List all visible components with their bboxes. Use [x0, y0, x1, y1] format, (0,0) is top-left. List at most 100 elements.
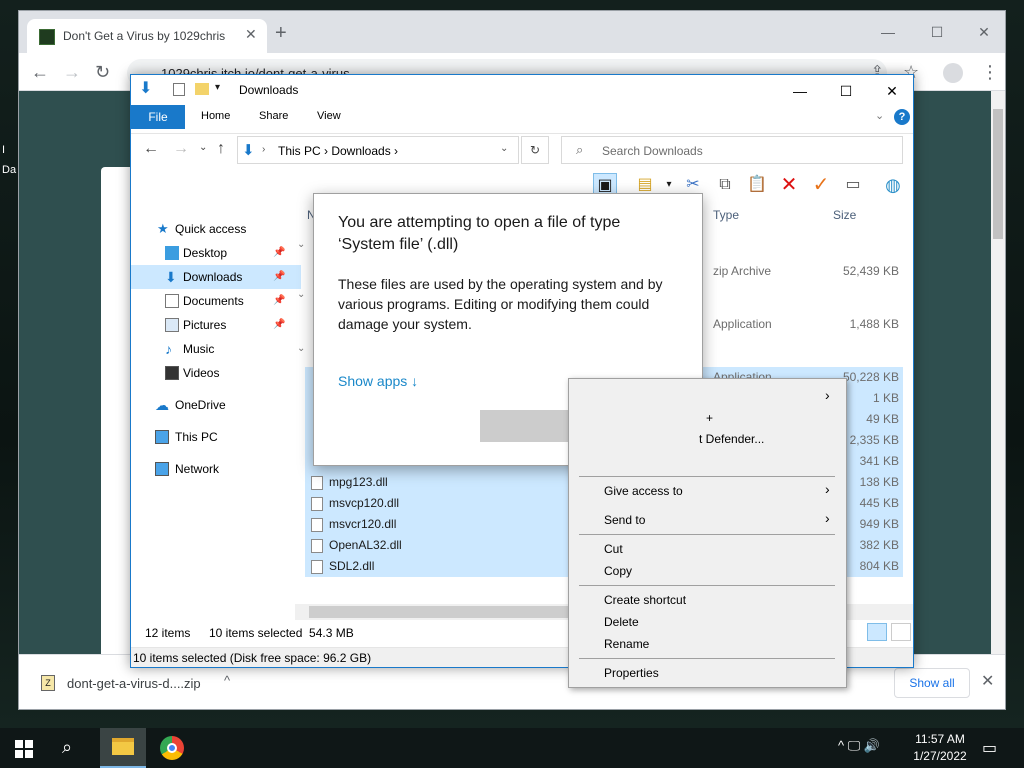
- column-header-type[interactable]: Type: [713, 208, 739, 222]
- system-tray-icons[interactable]: ^ 🖵 🔊: [838, 738, 880, 754]
- address-bar-row: ← → ⌄ ↑ ⬇ › This PC › Downloads › ⌄ ↻ ⌕ …: [131, 133, 913, 167]
- back-arrow-icon[interactable]: ←: [143, 140, 159, 158]
- forward-icon[interactable]: →: [63, 62, 81, 82]
- clock-time: 11:57 AM: [915, 732, 965, 746]
- tab-close-icon[interactable]: ✕: [245, 26, 257, 43]
- file-row[interactable]: msvcr120.dll: [305, 514, 575, 535]
- copy-icon[interactable]: ⧉: [713, 173, 737, 197]
- file-row[interactable]: SDL2.dll: [305, 556, 575, 577]
- explorer-minimize-button[interactable]: —: [777, 79, 823, 103]
- profile-avatar-icon[interactable]: [943, 63, 963, 83]
- chevron-up-icon[interactable]: ^: [224, 673, 230, 688]
- file-row[interactable]: OpenAL32.dll: [305, 535, 575, 556]
- navigation-pane: ★ Quick access Desktop 📌 ⬇ Downloads 📌 D…: [131, 215, 301, 615]
- nav-item-onedrive[interactable]: ☁ OneDrive: [131, 393, 301, 417]
- shelf-close-icon[interactable]: ✕: [981, 671, 994, 691]
- breadcrumb[interactable]: This PC › Downloads ›: [278, 144, 398, 158]
- details-view-icon[interactable]: [867, 623, 887, 641]
- group-collapse-icon[interactable]: ⌄: [297, 343, 305, 354]
- back-icon[interactable]: ←: [31, 62, 49, 82]
- nav-item-this-pc[interactable]: This PC: [131, 425, 301, 449]
- file-row[interactable]: mpg123.dll: [305, 472, 575, 493]
- folder-icon[interactable]: [195, 83, 209, 95]
- paste-icon[interactable]: 📋: [745, 173, 769, 197]
- help-icon[interactable]: ?: [894, 109, 910, 125]
- menu-item-send-to[interactable]: Send to: [604, 513, 645, 527]
- group-collapse-icon[interactable]: ⌄: [297, 239, 305, 250]
- properties-card-icon[interactable]: ▭: [841, 173, 865, 197]
- desktop-icon-label[interactable]: I Da: [2, 140, 16, 180]
- delete-icon[interactable]: ✕: [777, 173, 801, 197]
- menu-item-partial[interactable]: +: [706, 411, 713, 425]
- menu-item-scan-defender[interactable]: t Defender...: [699, 432, 764, 446]
- show-all-button[interactable]: Show all: [894, 668, 970, 698]
- explorer-titlebar: ⬇ ▾ Downloads — ☐ ✕: [131, 75, 913, 105]
- menu-icon[interactable]: ⋮: [981, 62, 999, 82]
- up-arrow-icon[interactable]: ↑: [217, 140, 225, 158]
- nav-item-music[interactable]: ♪ Music: [131, 337, 301, 361]
- ribbon-tab-home[interactable]: Home: [201, 110, 230, 122]
- browser-tab[interactable]: Don't Get a Virus by 1029chris ✕: [27, 19, 267, 53]
- submenu-arrow-icon: ›: [825, 510, 830, 526]
- dll-file-icon: [311, 497, 323, 511]
- download-icon: ⬇: [165, 269, 177, 285]
- maximize-button[interactable]: ☐: [914, 19, 960, 45]
- chrome-icon[interactable]: [160, 736, 184, 760]
- menu-item-cut[interactable]: Cut: [604, 542, 623, 556]
- refresh-icon[interactable]: ↻: [521, 136, 549, 164]
- nav-item-videos[interactable]: Videos: [131, 361, 301, 385]
- notification-icon[interactable]: ▭: [982, 738, 997, 758]
- page-scrollbar[interactable]: [991, 91, 1005, 666]
- new-tab-button[interactable]: +: [275, 23, 287, 43]
- nav-item-documents[interactable]: Documents 📌: [131, 289, 301, 313]
- forward-arrow-icon[interactable]: →: [173, 140, 189, 158]
- menu-item-rename[interactable]: Rename: [604, 637, 649, 651]
- ribbon-tab-share[interactable]: Share: [259, 110, 288, 122]
- nav-label: Desktop: [183, 246, 228, 260]
- file-row[interactable]: Application 1,488 KB: [705, 314, 913, 335]
- group-collapse-icon[interactable]: ⌄: [297, 289, 305, 300]
- desktop-fragment-1: I: [2, 144, 6, 156]
- taskbar-file-explorer[interactable]: [100, 728, 146, 768]
- recent-locations-icon[interactable]: ⌄: [199, 142, 207, 153]
- reload-icon[interactable]: ↻: [95, 62, 110, 82]
- globe-icon[interactable]: ◍: [881, 173, 905, 197]
- taskbar-search-icon[interactable]: ⌕: [62, 737, 72, 758]
- file-name: msvcp120.dll: [329, 496, 400, 510]
- nav-item-quick-access[interactable]: ★ Quick access: [131, 217, 301, 241]
- search-input[interactable]: ⌕ Search Downloads: [561, 136, 903, 164]
- windows-start-icon[interactable]: [15, 740, 33, 758]
- properties-icon[interactable]: [173, 83, 185, 96]
- nav-item-desktop[interactable]: Desktop 📌: [131, 241, 301, 265]
- menu-item-copy[interactable]: Copy: [604, 564, 632, 578]
- file-row[interactable]: msvcp120.dll: [305, 493, 575, 514]
- ribbon-tab-file[interactable]: File: [131, 105, 185, 129]
- address-path-field[interactable]: ⬇ › This PC › Downloads › ⌄: [237, 136, 519, 164]
- menu-item-properties[interactable]: Properties: [604, 666, 659, 680]
- clock[interactable]: 11:57 AM 1/27/2022: [910, 731, 970, 765]
- close-button[interactable]: ✕: [961, 19, 1005, 45]
- minimize-button[interactable]: —: [865, 19, 911, 45]
- ribbon-tab-view[interactable]: View: [317, 110, 341, 122]
- explorer-maximize-button[interactable]: ☐: [823, 79, 869, 103]
- context-menu: › + t Defender... Give access to › Send …: [568, 378, 847, 688]
- menu-item-give-access[interactable]: Give access to: [604, 484, 683, 498]
- quick-access-dropdown-icon[interactable]: ▾: [215, 82, 220, 93]
- nav-label: Music: [183, 342, 215, 356]
- nav-item-pictures[interactable]: Pictures 📌: [131, 313, 301, 337]
- menu-item-delete[interactable]: Delete: [604, 615, 639, 629]
- menu-item-create-shortcut[interactable]: Create shortcut: [604, 593, 686, 607]
- file-row[interactable]: zip Archive 52,439 KB: [705, 261, 913, 282]
- large-icons-view-icon[interactable]: [891, 623, 911, 641]
- scrollbar-thumb[interactable]: [993, 109, 1003, 239]
- address-dropdown-icon[interactable]: ⌄: [500, 143, 508, 154]
- ribbon-expand-icon[interactable]: ⌄: [875, 109, 884, 122]
- explorer-close-button[interactable]: ✕: [869, 79, 913, 103]
- download-item-name[interactable]: dont-get-a-virus-d....zip: [67, 676, 201, 691]
- column-header-size[interactable]: Size: [833, 208, 856, 222]
- chrome-icon-center: [167, 743, 177, 753]
- nav-item-downloads[interactable]: ⬇ Downloads 📌: [131, 265, 301, 289]
- show-apps-link[interactable]: Show apps ↓: [338, 373, 418, 389]
- nav-item-network[interactable]: Network: [131, 457, 301, 481]
- rename-check-icon[interactable]: ✓: [809, 173, 833, 197]
